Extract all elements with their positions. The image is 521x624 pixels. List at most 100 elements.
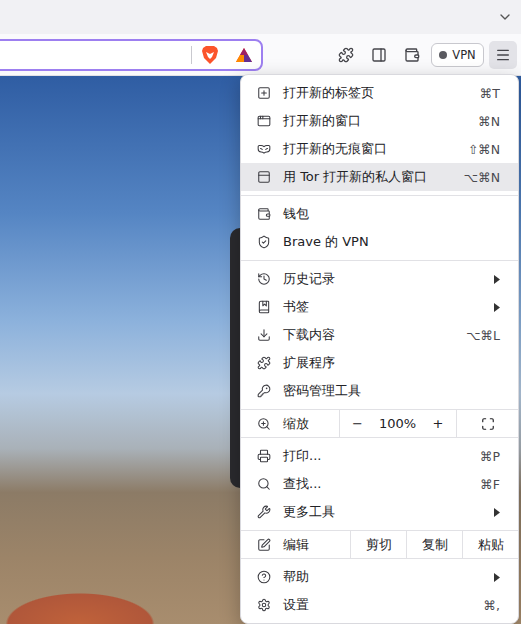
field-divider — [191, 46, 192, 64]
wallet-icon — [404, 47, 420, 63]
tab-strip — [0, 0, 521, 34]
menu-item-label: 帮助 — [283, 568, 309, 586]
menu-item[interactable]: 密码管理工具 — [241, 377, 518, 405]
puzzle-icon — [338, 47, 354, 63]
menu-item-shortcut: ⌘, — [484, 598, 500, 613]
zoom-value: 100% — [375, 410, 420, 437]
menu-item[interactable]: 用 Tor 打开新的私人窗口 ⌥⌘N — [241, 163, 518, 191]
vpn-status-dot — [439, 51, 447, 59]
menu-item[interactable]: 查找... ⌘F — [241, 470, 518, 498]
menu-item[interactable]: 更多工具 — [241, 498, 518, 526]
wallet-icon — [257, 207, 271, 221]
menu-item-label: 打开新的窗口 — [283, 112, 361, 130]
incognito-icon — [257, 142, 271, 156]
menu-item[interactable]: 打开新的窗口 ⌘N — [241, 107, 518, 135]
menu-item-label: 打印... — [283, 447, 321, 465]
vpn-button[interactable]: VPN — [431, 43, 484, 67]
edit-section: 编辑剪切复制粘贴 — [241, 530, 518, 558]
new-window-icon — [257, 114, 271, 128]
help-icon — [257, 570, 271, 584]
menu-item-label: 扩展程序 — [283, 354, 335, 372]
menu-item-shortcut: ⌘F — [480, 477, 500, 492]
menu-item[interactable]: 扩展程序 — [241, 349, 518, 377]
menu-item-shortcut: ⌘T — [480, 86, 500, 101]
menu-item[interactable]: 打开新的无痕窗口 ⇧⌘N — [241, 135, 518, 163]
zoom-in-button[interactable]: + — [420, 410, 456, 437]
sidebar-icon — [371, 47, 387, 63]
gear-icon — [257, 598, 271, 612]
menu-item[interactable]: 下载内容 ⌥⌘L — [241, 321, 518, 349]
menu-item-shortcut: ⌘N — [478, 114, 500, 129]
menu-section: 帮助设置 ⌘, — [241, 558, 518, 623]
zoom-icon — [257, 417, 271, 431]
app-menu: 打开新的标签页 ⌘T 打开新的窗口 ⌘N 打开新的无痕窗口 ⇧⌘N 用 Tor 打开新的私人… — [240, 74, 519, 624]
brave-lion-icon[interactable] — [201, 45, 219, 65]
zoom-out-button[interactable]: − — [339, 410, 375, 437]
menu-section: 打印... ⌘P 查找... ⌘F 更多工具 — [241, 437, 518, 530]
menu-item-shortcut: ⌥⌘N — [464, 170, 500, 185]
edit-action-button[interactable]: 剪切 — [350, 531, 406, 558]
edit-action-button[interactable]: 复制 — [406, 531, 462, 558]
edit-label: 编辑 — [241, 531, 350, 558]
menu-item-shortcut: ⌘P — [480, 449, 500, 464]
menu-item[interactable]: 历史记录 — [241, 265, 518, 293]
menu-item-label: 设置 — [283, 596, 309, 614]
menu-item-label: 打开新的无痕窗口 — [283, 140, 387, 158]
menu-item[interactable]: 打印... ⌘P — [241, 442, 518, 470]
address-field[interactable] — [0, 39, 263, 71]
menu-item[interactable]: 书签 — [241, 293, 518, 321]
menu-item[interactable]: Brave 的 VPN — [241, 228, 518, 256]
key-icon — [257, 384, 271, 398]
menu-item-label: 下载内容 — [283, 326, 335, 344]
printer-icon — [257, 449, 271, 463]
menu-section: 钱包 Brave 的 VPN — [241, 195, 518, 260]
tor-window-icon — [257, 170, 271, 184]
extension-icon — [257, 356, 271, 370]
menu-item-label: 密码管理工具 — [283, 382, 361, 400]
menu-section: 历史记录书签下载内容 ⌥⌘L 扩展程序密码管理工具 — [241, 260, 518, 409]
menu-item-label: 更多工具 — [283, 503, 335, 521]
edit-action-button[interactable]: 粘贴 — [462, 531, 518, 558]
menu-item-shortcut: ⌥⌘L — [466, 328, 500, 343]
tools-icon — [257, 505, 271, 519]
vpn-shield-icon — [257, 235, 271, 249]
history-icon — [257, 272, 271, 286]
submenu-arrow-icon — [494, 573, 500, 582]
fullscreen-button[interactable] — [456, 410, 518, 437]
menu-item[interactable]: 钱包 — [241, 200, 518, 228]
search-icon — [257, 477, 271, 491]
extensions-button[interactable] — [332, 41, 360, 69]
submenu-arrow-icon — [494, 508, 500, 517]
toolbar-actions: VPN — [332, 41, 521, 69]
menu-item-label: 历史记录 — [283, 270, 335, 288]
menu-item[interactable]: 设置 ⌘, — [241, 591, 518, 619]
menu-item-label: 打开新的标签页 — [283, 84, 374, 102]
hamburger-icon — [495, 47, 511, 63]
edit-row: 编辑剪切复制粘贴 — [241, 531, 518, 558]
menu-button[interactable] — [489, 41, 517, 69]
menu-item-label: Brave 的 VPN — [283, 233, 369, 251]
download-icon — [257, 328, 271, 342]
zoom-row: 缩放−100%+ — [241, 410, 518, 437]
menu-item-shortcut: ⇧⌘N — [468, 142, 500, 157]
sidebar-button[interactable] — [365, 41, 393, 69]
toolbar: VPN — [0, 34, 521, 76]
bat-rewards-icon[interactable] — [235, 47, 253, 63]
menu-section: 打开新的标签页 ⌘T 打开新的窗口 ⌘N 打开新的无痕窗口 ⇧⌘N 用 Tor 打开新的私人… — [241, 75, 518, 195]
zoom-label: 缩放 — [241, 410, 339, 437]
vpn-label: VPN — [452, 48, 475, 62]
menu-item-label: 查找... — [283, 475, 321, 493]
edit-icon — [257, 538, 271, 552]
menu-item-label: 用 Tor 打开新的私人窗口 — [283, 168, 427, 186]
wallet-button[interactable] — [398, 41, 426, 69]
bookmark-icon — [257, 300, 271, 314]
menu-item[interactable]: 打开新的标签页 ⌘T — [241, 79, 518, 107]
zoom-section: 缩放−100%+ — [241, 409, 518, 437]
menu-item[interactable]: 帮助 — [241, 563, 518, 591]
menu-item-label: 书签 — [283, 298, 309, 316]
menu-item-label: 钱包 — [283, 205, 309, 223]
new-tab-icon — [257, 86, 271, 100]
chevron-down-icon[interactable] — [497, 9, 513, 25]
submenu-arrow-icon — [494, 303, 500, 312]
fullscreen-icon — [481, 417, 495, 431]
